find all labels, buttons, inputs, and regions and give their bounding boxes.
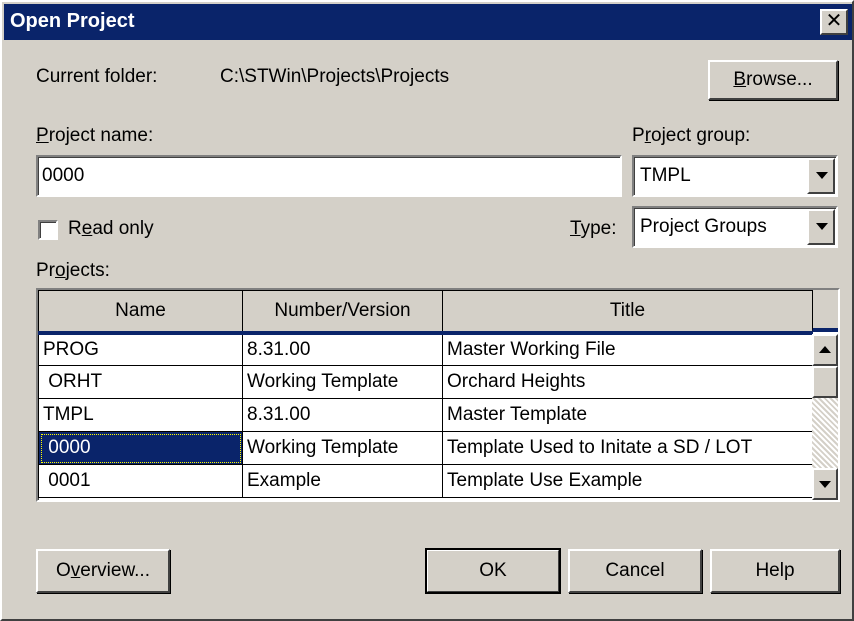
scroll-up-button[interactable] — [812, 334, 838, 366]
cancel-button[interactable]: Cancel — [568, 549, 702, 593]
project-name-value: 0000 — [42, 165, 85, 186]
read-only-label: Read only — [68, 218, 154, 240]
cell-title[interactable]: Orchard Heights — [442, 365, 813, 399]
type-label-accel: T — [570, 218, 581, 239]
cell-title[interactable]: Template Use Example — [442, 464, 813, 498]
scroll-thumb[interactable] — [812, 366, 838, 398]
overview-label-post: erview... — [80, 560, 150, 581]
cell-number[interactable]: 8.31.00 — [242, 398, 443, 432]
projects-label: Projects: — [36, 260, 110, 282]
cell-title[interactable]: Master Working File — [442, 332, 813, 366]
table-row-selected[interactable]: 0000 Working Template Template Used to I… — [38, 431, 813, 465]
close-icon: ✕ — [825, 10, 843, 32]
chevron-down-icon — [816, 172, 828, 179]
dialog-title: Open Project — [10, 10, 135, 32]
projects-label-pre: Pr — [36, 260, 55, 281]
overview-label-accel: v — [70, 560, 81, 581]
type-select[interactable]: Project Groups — [632, 206, 838, 248]
project-group-label-pre: P — [632, 125, 645, 146]
read-only-checkbox[interactable] — [38, 220, 58, 240]
cell-title[interactable]: Template Used to Initate a SD / LOT — [442, 431, 813, 465]
column-header-title[interactable]: Title — [442, 290, 813, 333]
read-only-label-accel: e — [81, 218, 93, 239]
type-value: Project Groups — [640, 216, 767, 237]
project-name-input[interactable]: 0000 — [36, 155, 622, 197]
table-row[interactable]: TMPL 8.31.00 Master Template — [38, 398, 813, 432]
read-only-label-post: ad only — [92, 218, 154, 239]
column-header-name[interactable]: Name — [38, 290, 243, 333]
project-group-select[interactable]: TMPL — [632, 155, 838, 197]
vertical-scrollbar[interactable] — [812, 334, 838, 500]
table-row[interactable]: 0001 Example Template Use Example — [38, 464, 813, 498]
projects-table: Name Number/Version Title PROG 8.31.00 M… — [38, 290, 813, 498]
cell-name[interactable]: 0001 — [38, 464, 243, 498]
browse-button[interactable]: Browse... — [708, 60, 838, 100]
browse-label-accel: B — [733, 69, 747, 90]
table-row[interactable]: ORHT Working Template Orchard Heights — [38, 365, 813, 399]
cell-name[interactable]: 0000 — [38, 431, 243, 465]
projects-grid[interactable]: Name Number/Version Title PROG 8.31.00 M… — [36, 288, 840, 502]
current-folder-path: C:\STWin\Projects\Projects — [220, 66, 450, 87]
help-button[interactable]: Help — [710, 549, 840, 593]
type-label: Type: — [570, 218, 616, 240]
ok-button[interactable]: OK — [425, 548, 561, 594]
project-group-value: TMPL — [640, 165, 691, 186]
cell-name[interactable]: PROG — [38, 332, 243, 366]
scroll-down-arrow — [819, 481, 831, 488]
type-dropdown-button[interactable] — [807, 209, 835, 245]
column-header-number[interactable]: Number/Version — [242, 290, 443, 333]
cell-name[interactable]: ORHT — [38, 365, 243, 399]
projects-label-accel: o — [55, 260, 66, 281]
cell-number[interactable]: Example — [242, 464, 443, 498]
project-group-label-post: oject group: — [651, 125, 751, 146]
overview-label-pre: O — [56, 560, 71, 581]
cell-number[interactable]: Working Template — [242, 431, 443, 465]
scroll-down-button[interactable] — [812, 468, 838, 500]
scroll-up-arrow — [819, 346, 831, 353]
projects-label-post: jects: — [65, 260, 110, 281]
cell-title[interactable]: Master Template — [442, 398, 813, 432]
browse-label-post: rowse... — [746, 69, 813, 90]
project-name-label: Project name: — [36, 125, 153, 147]
title-bar: Open Project ✕ — [4, 4, 852, 40]
chevron-down-icon — [816, 223, 828, 230]
project-group-label: Project group: — [632, 125, 750, 147]
overview-button[interactable]: Overview... — [36, 549, 170, 593]
cell-number[interactable]: Working Template — [242, 365, 443, 399]
open-project-dialog: Open Project ✕ Current folder: C:\STWin\… — [0, 0, 854, 621]
header-corner — [812, 290, 838, 332]
project-name-label-accel: P — [36, 125, 49, 146]
table-header-row: Name Number/Version Title — [38, 290, 813, 333]
cell-number[interactable]: 8.31.00 — [242, 332, 443, 366]
read-only-label-pre: R — [68, 218, 82, 239]
close-button[interactable]: ✕ — [820, 9, 848, 35]
project-group-dropdown-button[interactable] — [807, 158, 835, 194]
current-folder-label: Current folder: — [36, 66, 158, 87]
table-row[interactable]: PROG 8.31.00 Master Working File — [38, 332, 813, 366]
project-name-label-post: roject name: — [48, 125, 154, 146]
cell-name[interactable]: TMPL — [38, 398, 243, 432]
type-label-post: ype: — [580, 218, 617, 239]
